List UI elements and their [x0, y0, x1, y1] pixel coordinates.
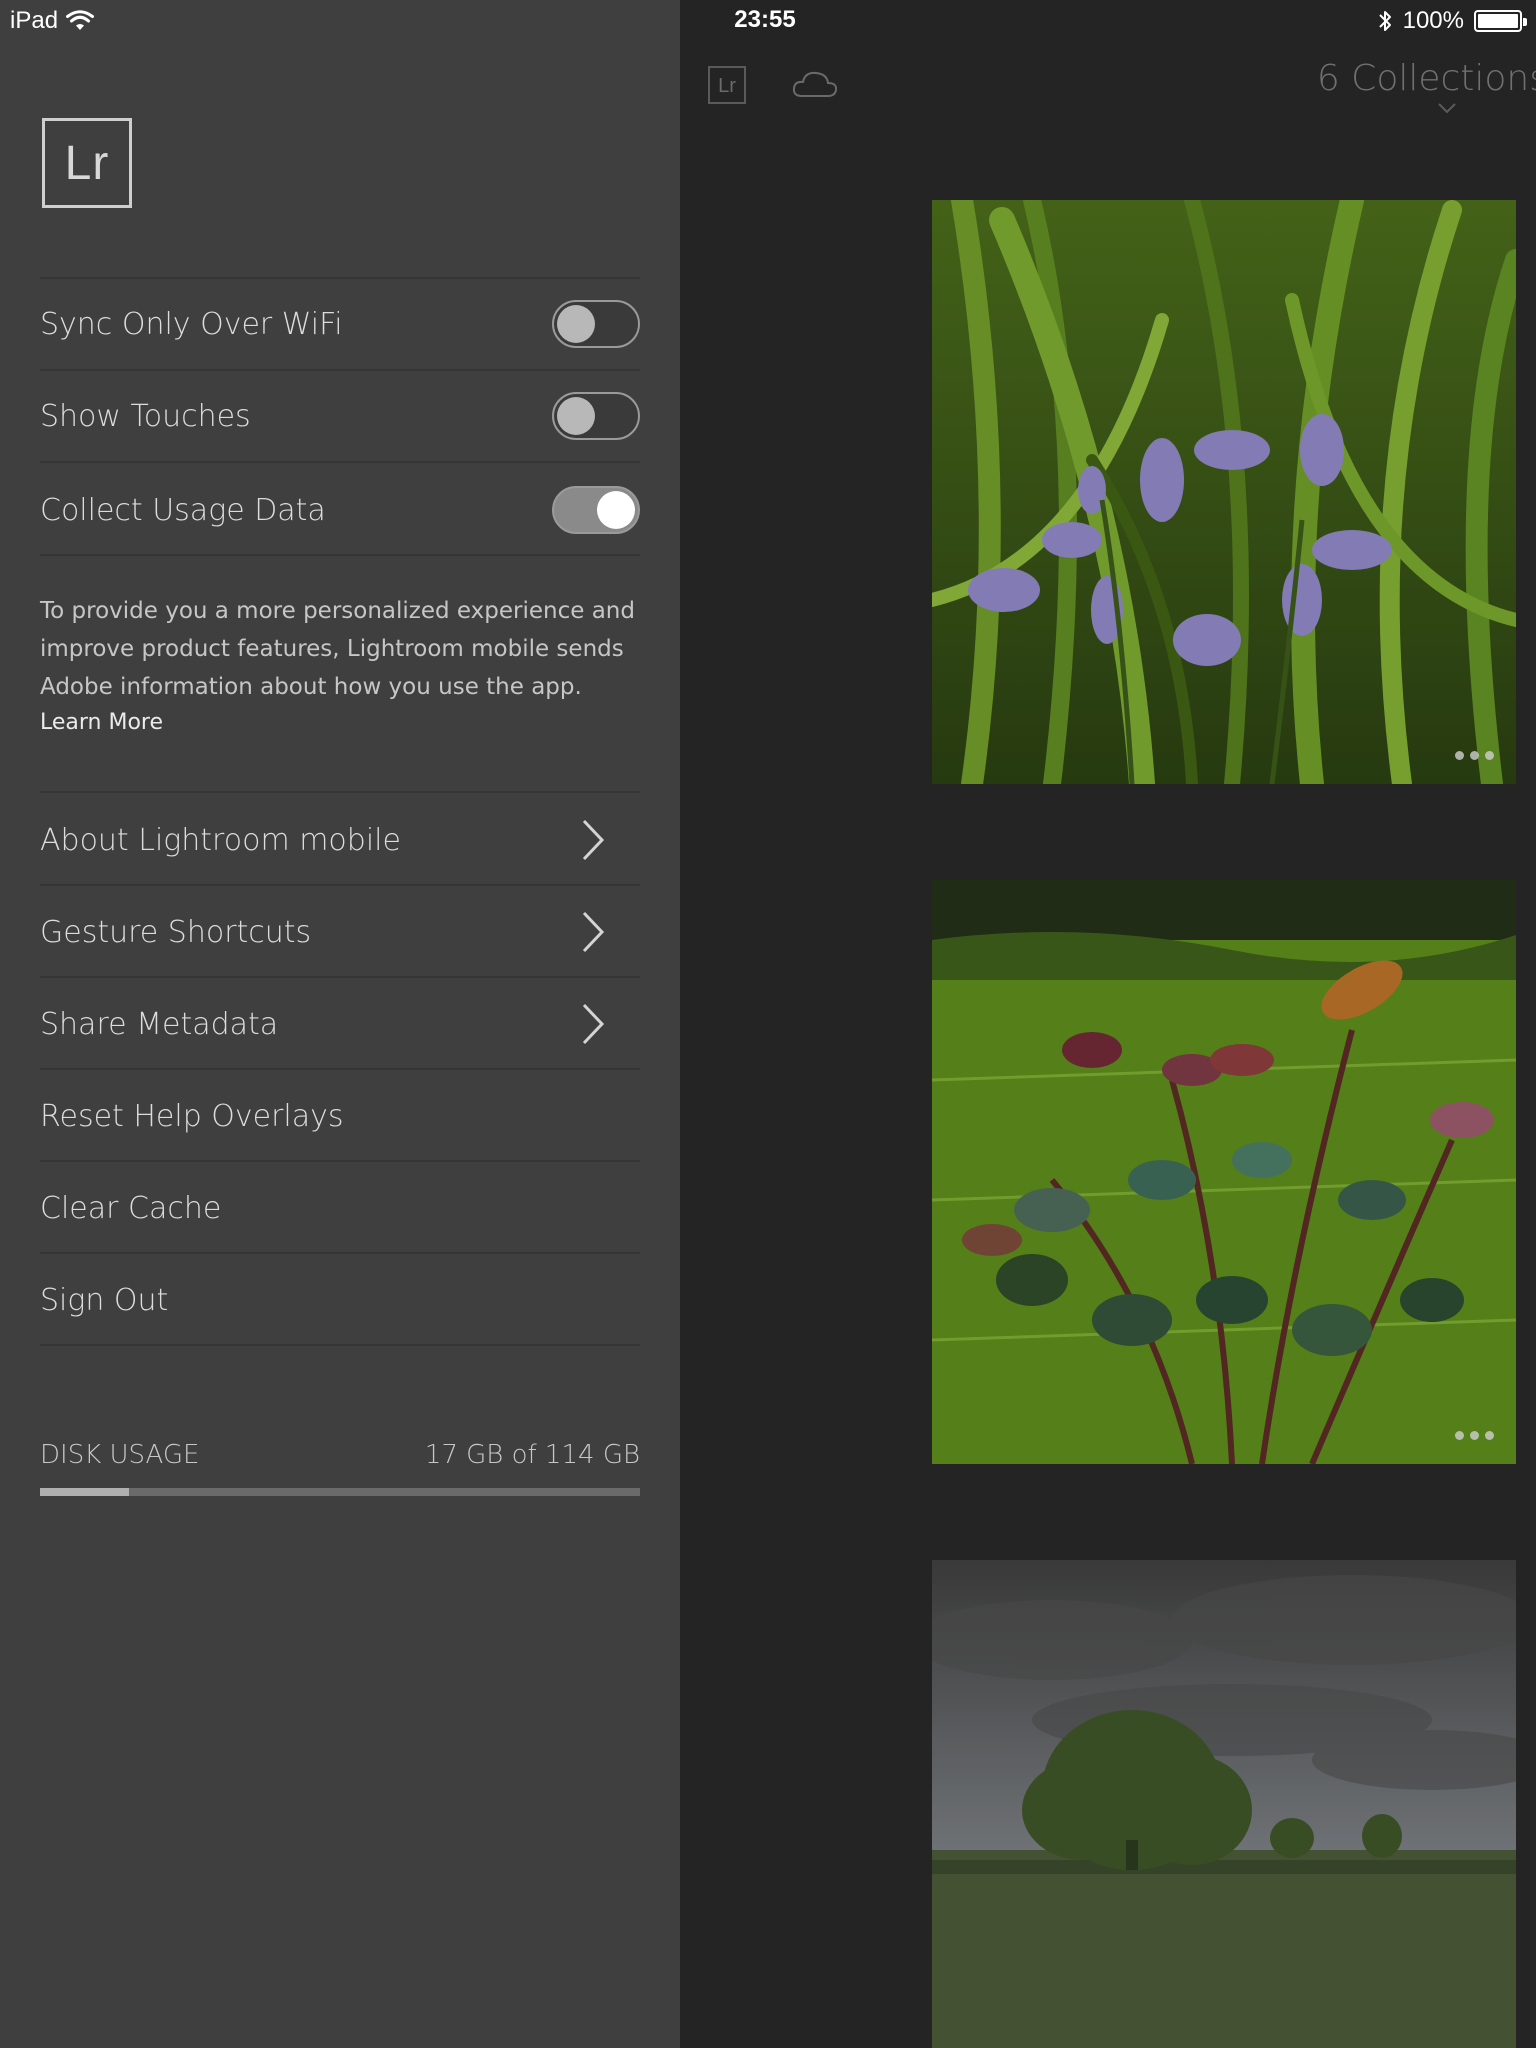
disk-usage-amount: 17 GB of 114 GB	[424, 1440, 640, 1470]
status-bar-left: iPad	[10, 6, 95, 36]
nav-item-share-metadata[interactable]: Share Metadata	[40, 978, 640, 1070]
cloud-sync-icon[interactable]	[790, 66, 840, 102]
nav-item-label: Clear Cache	[40, 1190, 222, 1226]
status-bar-right: 100%	[1377, 6, 1527, 36]
toggle-row-show-touches: Show Touches	[40, 370, 640, 462]
learn-more-link[interactable]: Learn More	[40, 710, 163, 735]
nav-item-label: Share Metadata	[40, 1006, 279, 1042]
toggle-knob	[557, 397, 595, 435]
collection-thumbnail[interactable]	[932, 880, 1516, 1464]
collections-title[interactable]: 6 Collections	[1317, 58, 1536, 99]
status-time: 23:55	[734, 6, 796, 33]
nav-item-label: Reset Help Overlays	[40, 1098, 344, 1134]
disk-usage-bar	[40, 1488, 640, 1496]
nav-item-label: Gesture Shortcuts	[40, 914, 312, 950]
nav-item-about[interactable]: About Lightroom mobile	[40, 794, 640, 886]
chevron-right-icon	[582, 819, 605, 861]
more-options-icon[interactable]	[1455, 1431, 1494, 1440]
nav-item-clear-cache[interactable]: Clear Cache	[40, 1162, 640, 1254]
battery-icon	[1474, 10, 1527, 32]
toggle-label: Show Touches	[40, 398, 251, 434]
collection-thumbnail[interactable]	[932, 1560, 1516, 2048]
lightroom-logo: Lr	[42, 118, 132, 208]
divider	[40, 791, 640, 793]
nav-item-reset-help[interactable]: Reset Help Overlays	[40, 1070, 640, 1162]
chevron-right-icon	[582, 1003, 605, 1045]
chevron-down-icon[interactable]	[1435, 100, 1459, 116]
nav-item-sign-out[interactable]: Sign Out	[40, 1254, 640, 1346]
divider	[40, 1344, 640, 1346]
bluebells-photo	[932, 200, 1516, 784]
device-name: iPad	[10, 7, 59, 34]
usage-description: To provide you a more personalized exper…	[40, 598, 635, 700]
nav-item-gesture-shortcuts[interactable]: Gesture Shortcuts	[40, 886, 640, 978]
usage-data-toggle[interactable]	[552, 486, 640, 534]
chevron-right-icon	[582, 911, 605, 953]
divider	[40, 461, 640, 463]
disk-usage-fill	[40, 1488, 130, 1496]
nav-item-label: About Lightroom mobile	[40, 822, 401, 858]
toggle-label: Collect Usage Data	[40, 492, 326, 528]
toggle-knob	[557, 305, 595, 343]
settings-panel: Lr Sync Only Over WiFi Show Touches Coll…	[0, 0, 680, 2048]
show-touches-toggle[interactable]	[552, 392, 640, 440]
lightroom-menu-button[interactable]: Lr	[708, 66, 746, 104]
oak-tree-photo	[932, 1560, 1516, 2048]
toggle-label: Sync Only Over WiFi	[40, 306, 343, 342]
rose-bush-photo	[932, 880, 1516, 1464]
sync-wifi-toggle[interactable]	[552, 300, 640, 348]
divider	[40, 554, 640, 556]
disk-usage-label: DISK USAGE	[40, 1440, 200, 1470]
bluetooth-icon	[1378, 11, 1391, 31]
battery-percent: 100%	[1402, 7, 1464, 34]
collections-view: Lr 6 Collections	[680, 0, 1536, 2048]
more-options-icon[interactable]	[1455, 751, 1494, 760]
toggle-row-usage-data: Collect Usage Data	[40, 464, 640, 556]
toggle-row-sync-wifi: Sync Only Over WiFi	[40, 278, 640, 370]
wifi-icon	[66, 10, 95, 30]
battery-fill	[1478, 14, 1518, 28]
nav-item-label: Sign Out	[40, 1282, 169, 1318]
collection-thumbnail[interactable]	[932, 200, 1516, 784]
toggle-knob	[597, 491, 635, 529]
battery-tip	[1523, 18, 1527, 26]
